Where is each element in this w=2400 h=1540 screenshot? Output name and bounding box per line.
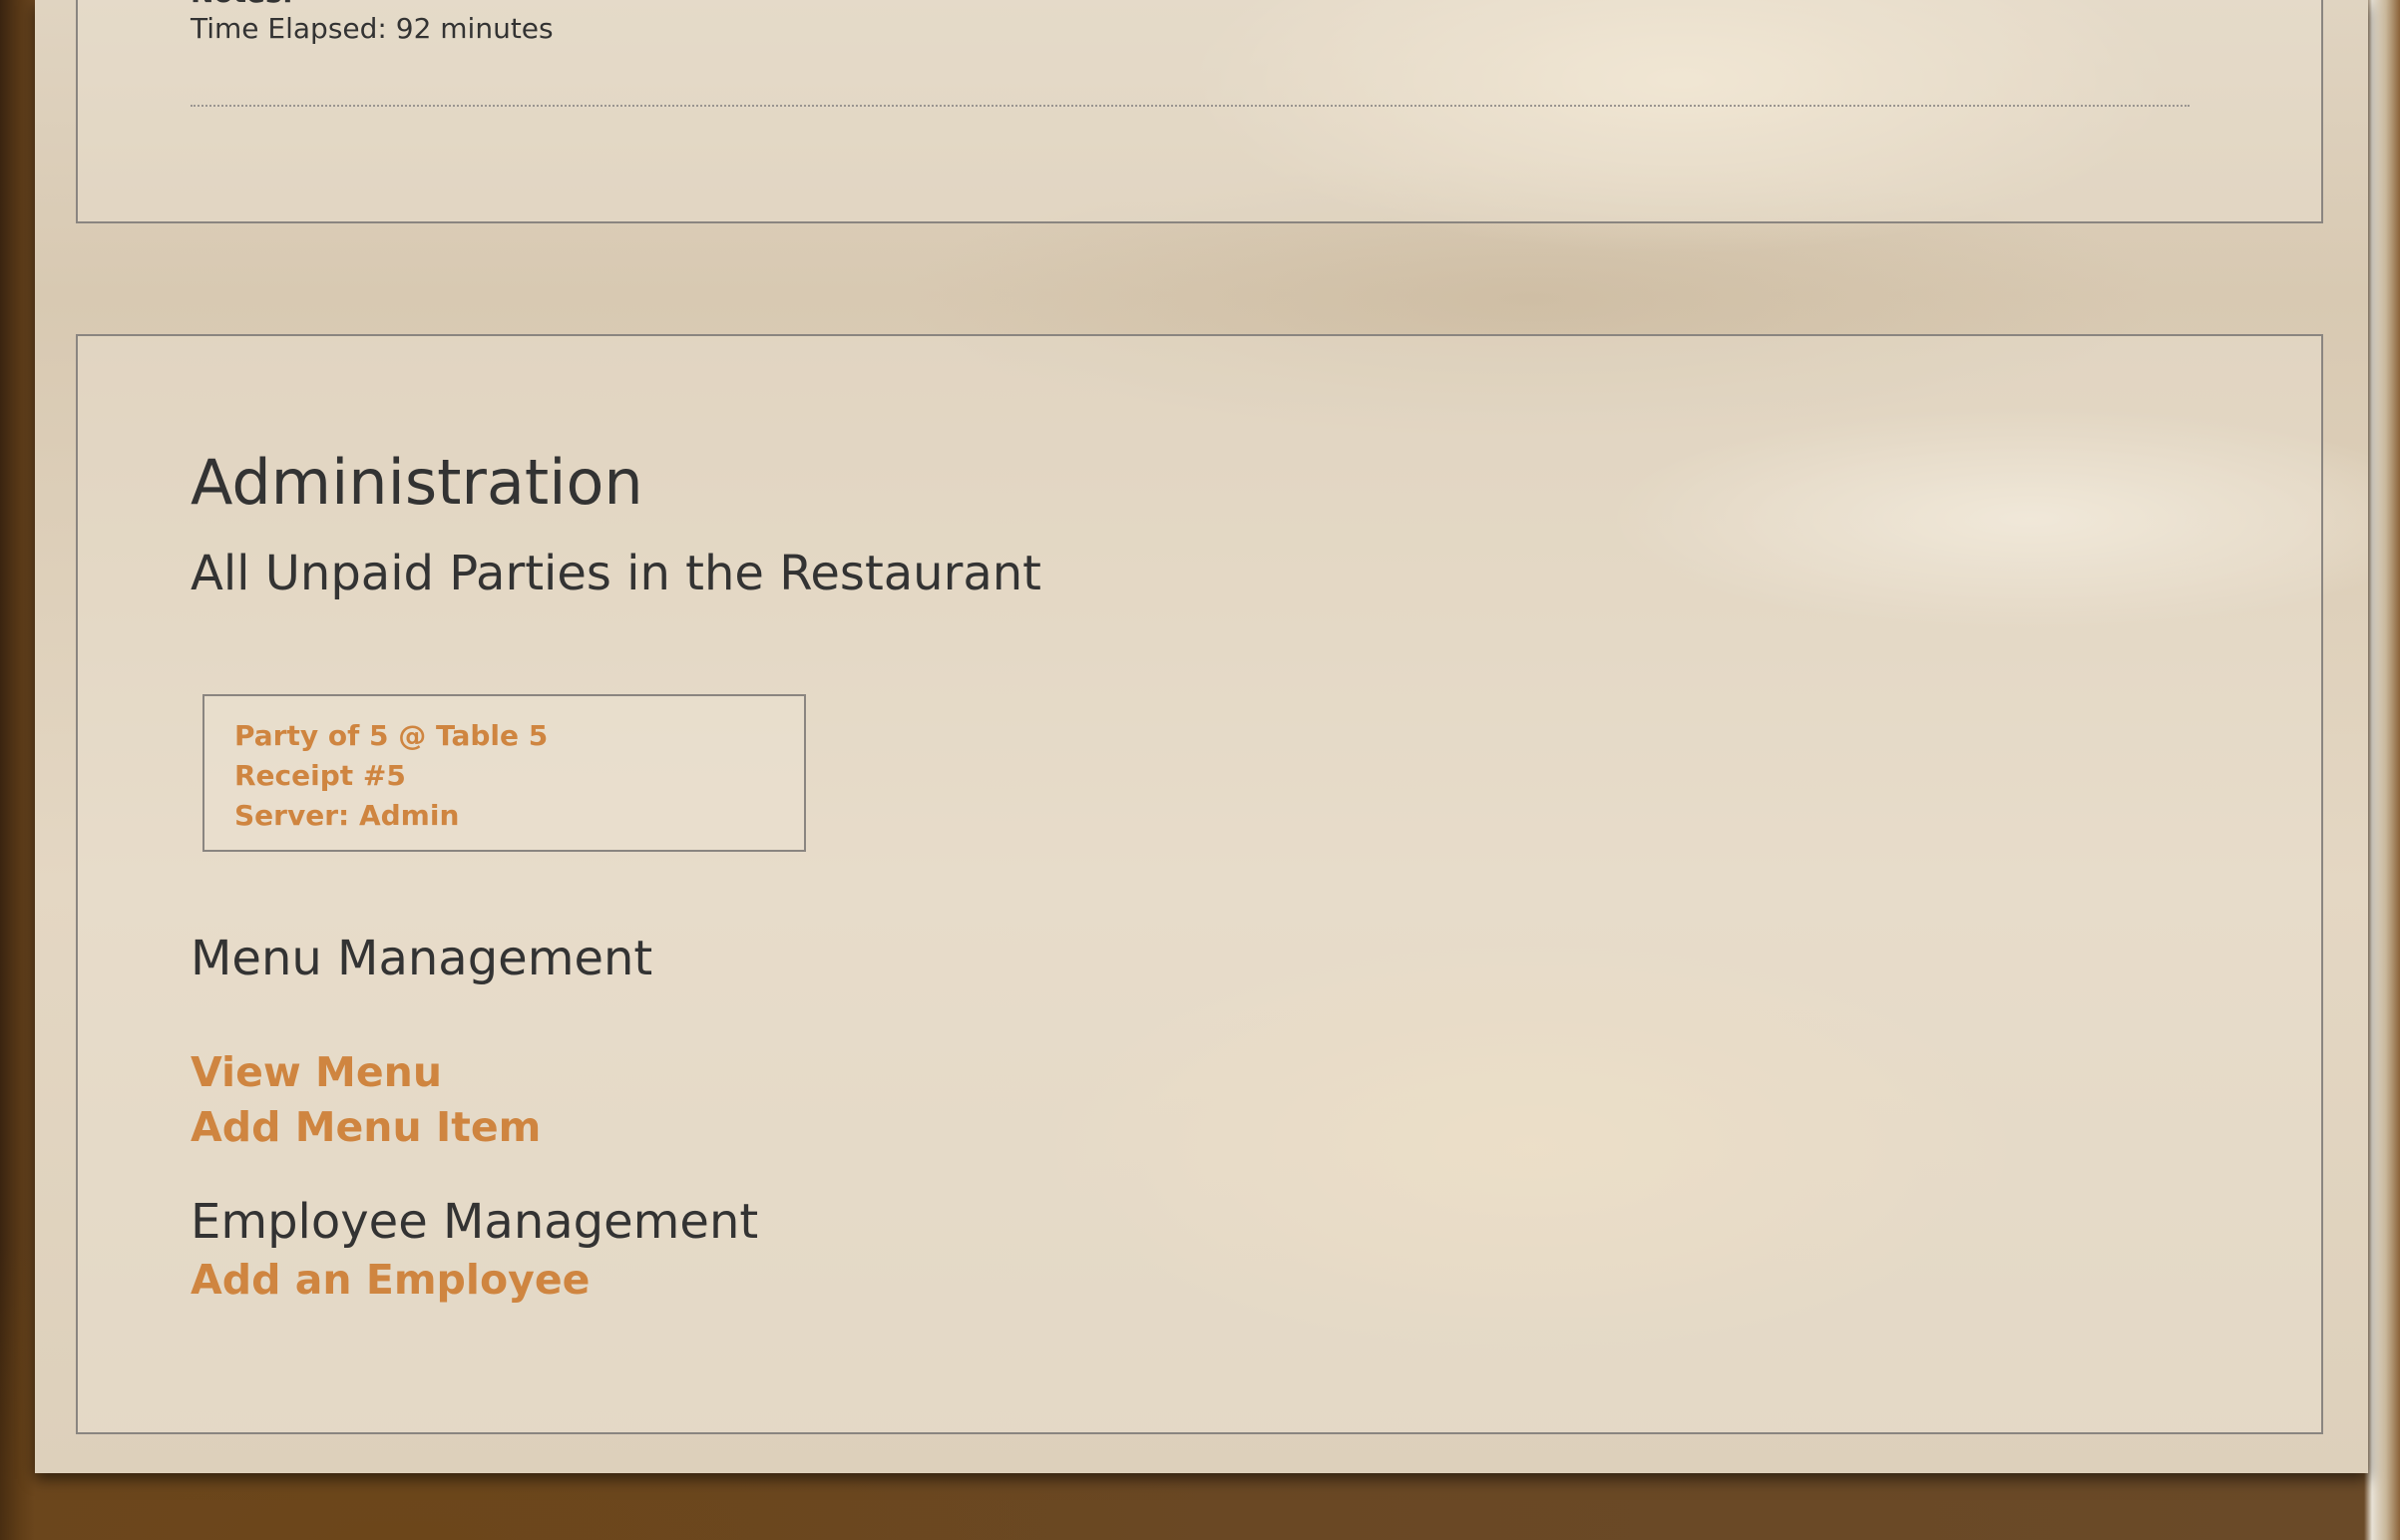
time-elapsed: Time Elapsed: 92 minutes (191, 12, 554, 45)
notes-label: Notes: (191, 0, 293, 9)
administration-panel: Administration All Unpaid Parties in the… (76, 334, 2323, 1434)
administration-title: Administration (191, 446, 643, 519)
party-details-panel: Notes: Time Elapsed: 92 minutes (76, 0, 2323, 223)
page-container: Notes: Time Elapsed: 92 minutes Administ… (35, 0, 2368, 1473)
unpaid-parties-title: All Unpaid Parties in the Restaurant (191, 546, 1041, 601)
employee-management-title: Employee Management (191, 1194, 759, 1250)
party-table-info: Party of 5 @ Table 5 (234, 719, 549, 752)
add-menu-item-link[interactable]: Add Menu Item (191, 1103, 541, 1151)
add-employee-link[interactable]: Add an Employee (191, 1256, 590, 1304)
party-server: Server: Admin (234, 799, 460, 832)
menu-management-title: Menu Management (191, 931, 653, 986)
party-card[interactable]: Party of 5 @ Table 5 Receipt #5 Server: … (202, 694, 806, 852)
view-menu-link[interactable]: View Menu (191, 1048, 442, 1096)
dotted-divider (191, 105, 2190, 107)
party-receipt: Receipt #5 (234, 759, 406, 792)
